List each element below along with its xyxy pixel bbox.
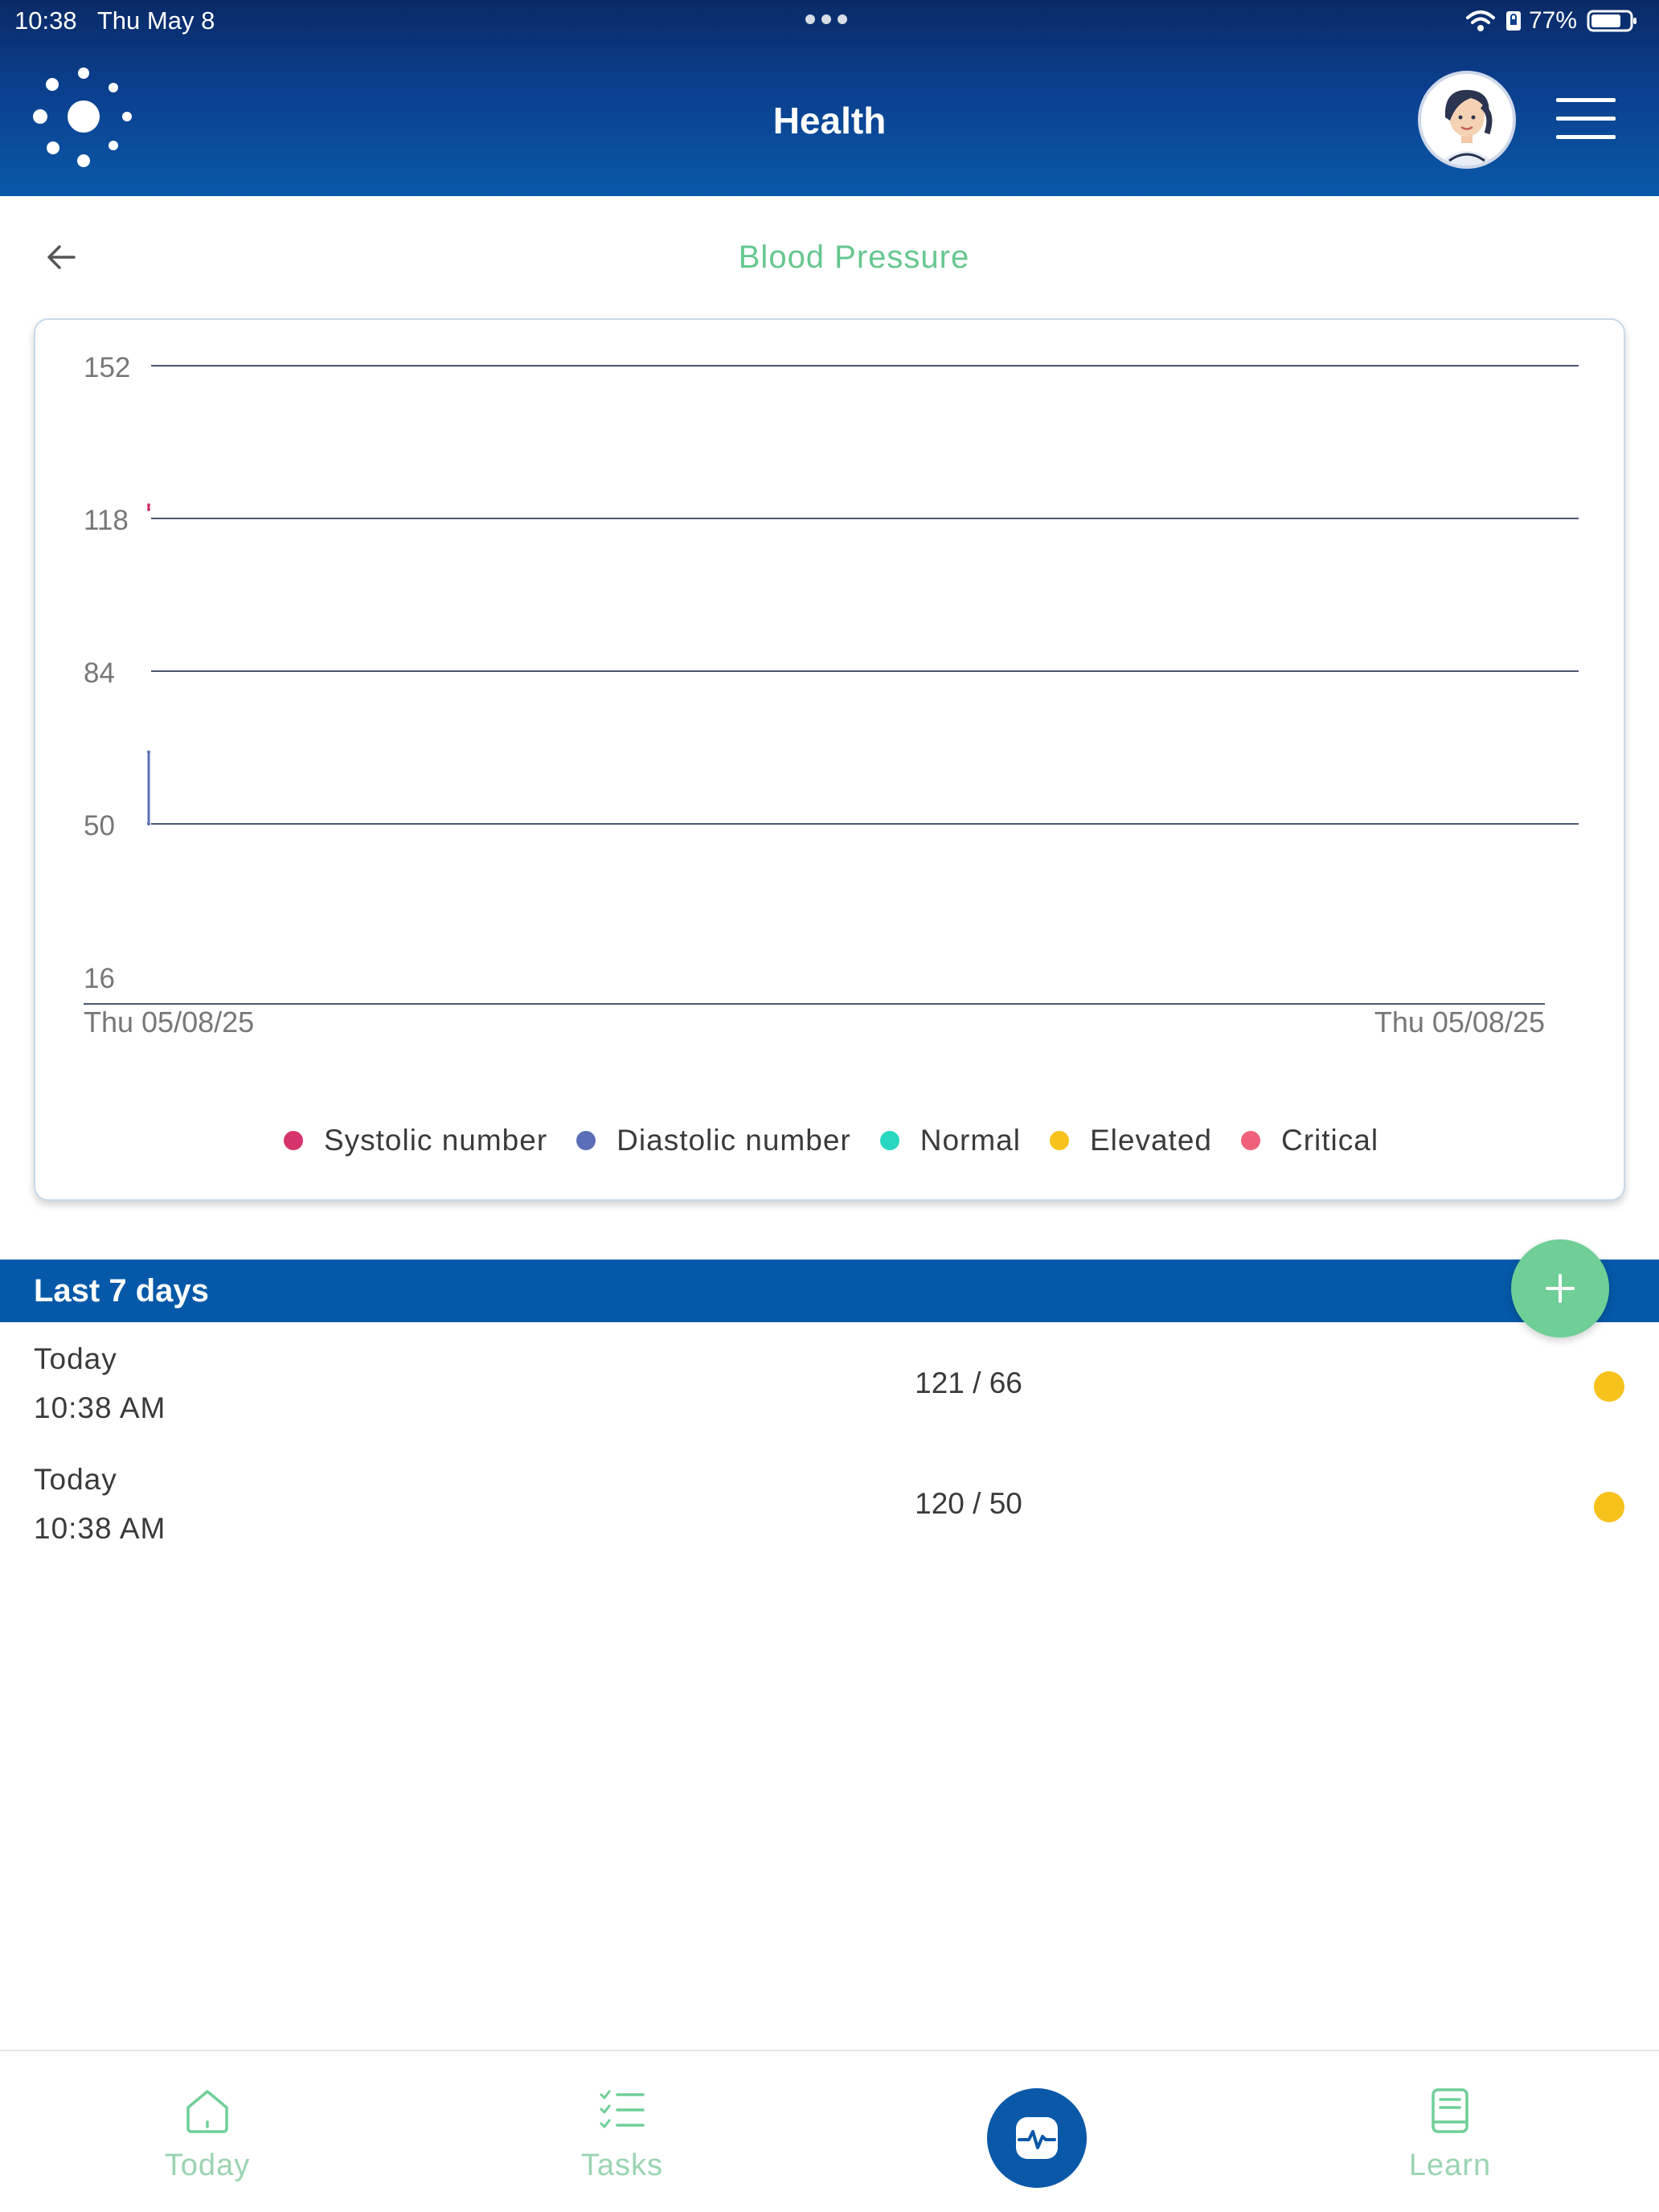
status-indicators: 77%	[1466, 5, 1638, 37]
orientation-lock-icon	[1506, 11, 1521, 31]
legend-item[interactable]: Critical	[1240, 1124, 1379, 1157]
data-point	[147, 507, 150, 511]
reading-date: Today	[34, 1463, 117, 1496]
reading-time: 10:38 AM	[34, 1512, 166, 1545]
reading-value: 120 / 50	[915, 1487, 1022, 1520]
status-clock: 10:38	[14, 6, 77, 35]
legend-label: Systolic number	[323, 1124, 548, 1157]
legend-item[interactable]: Elevated	[1049, 1124, 1212, 1157]
app-title: Health	[772, 100, 887, 141]
x-tick-label: Thu 05/08/25	[1374, 1006, 1545, 1038]
blood-pressure-chart: 152 118 84 50 16 Thu 05/08/25 Thu 05/08/25 Sys…	[34, 318, 1625, 1201]
home-icon	[186, 2090, 228, 2133]
nav-label-learn: Learn	[1408, 2149, 1492, 2182]
data-point	[147, 503, 150, 507]
legend-item[interactable]: Systolic number	[283, 1124, 548, 1157]
nav-label-tasks: Tasks	[580, 2149, 664, 2182]
y-tick-label: 152	[84, 352, 130, 383]
list-header: Last 7 days	[0, 1260, 1659, 1322]
nav-item-tasks[interactable]: Tasks	[518, 2051, 727, 2212]
reading-value: 121 / 66	[915, 1366, 1022, 1399]
multitasking-dots-icon[interactable]	[805, 14, 854, 28]
page-title: Blood Pressure	[738, 240, 970, 275]
app-header: 10:38 Thu May 8 77% Health	[0, 0, 1659, 196]
legend-swatch	[879, 1131, 899, 1150]
avatar-illustration	[1421, 74, 1513, 166]
legend-item[interactable]: Normal	[879, 1124, 1021, 1157]
reading-row[interactable]: Today 10:38 AM 120 / 50	[0, 1455, 1659, 1575]
battery-icon	[1587, 10, 1637, 32]
y-tick-label: 16	[84, 963, 115, 994]
legend-swatch	[1240, 1131, 1260, 1150]
legend-label: Normal	[920, 1124, 1021, 1157]
chart-canvas: 152 118 84 50 16 Thu 05/08/25 Thu 05/08/25	[84, 352, 1579, 1038]
y-tick-label: 84	[84, 657, 115, 689]
x-tick-label: Thu 05/08/25	[84, 1006, 254, 1038]
nav-item-today[interactable]: Today	[103, 2051, 312, 2212]
add-reading-button[interactable]	[1511, 1239, 1609, 1337]
legend-label: Critical	[1280, 1124, 1379, 1157]
legend-swatch	[576, 1131, 596, 1150]
book-icon	[1432, 2088, 1469, 2133]
health-monitor-icon	[1016, 2117, 1058, 2159]
status-indicator-dot	[1594, 1492, 1624, 1522]
list-title: Last 7 days	[34, 1273, 209, 1309]
legend-label: Elevated	[1089, 1124, 1212, 1157]
plus-icon	[1546, 1274, 1575, 1303]
bottom-navigation: Today Tasks Learn	[0, 2050, 1659, 2212]
data-point	[147, 750, 150, 754]
legend-swatch	[1049, 1131, 1069, 1150]
legend-item[interactable]: Diastolic number	[576, 1124, 851, 1157]
wifi-icon	[1466, 10, 1495, 31]
tasks-icon	[600, 2090, 645, 2128]
status-time: 10:38 Thu May 8	[14, 5, 215, 37]
nav-label-today: Today	[164, 2149, 251, 2182]
sun-logo-icon[interactable]	[29, 68, 138, 169]
legend-swatch	[283, 1131, 303, 1150]
y-tick-label: 118	[84, 505, 129, 536]
status-indicator-dot	[1594, 1371, 1624, 1402]
avatar[interactable]	[1418, 71, 1516, 169]
status-date: Thu May 8	[96, 6, 215, 35]
data-point	[147, 822, 150, 825]
battery-percentage: 77%	[1529, 7, 1578, 34]
reading-row[interactable]: Today 10:38 AM 121 / 66	[0, 1334, 1659, 1455]
nav-item-health[interactable]	[987, 2088, 1087, 2188]
hamburger-menu-icon[interactable]	[1553, 96, 1619, 141]
y-tick-label: 50	[84, 810, 115, 842]
nav-item-learn[interactable]: Learn	[1346, 2051, 1555, 2212]
chart-legend: Systolic number Diastolic number Normal Ele…	[35, 1124, 1627, 1157]
legend-label: Diastolic number	[616, 1124, 851, 1157]
reading-date: Today	[34, 1342, 117, 1375]
reading-time: 10:38 AM	[34, 1391, 166, 1424]
